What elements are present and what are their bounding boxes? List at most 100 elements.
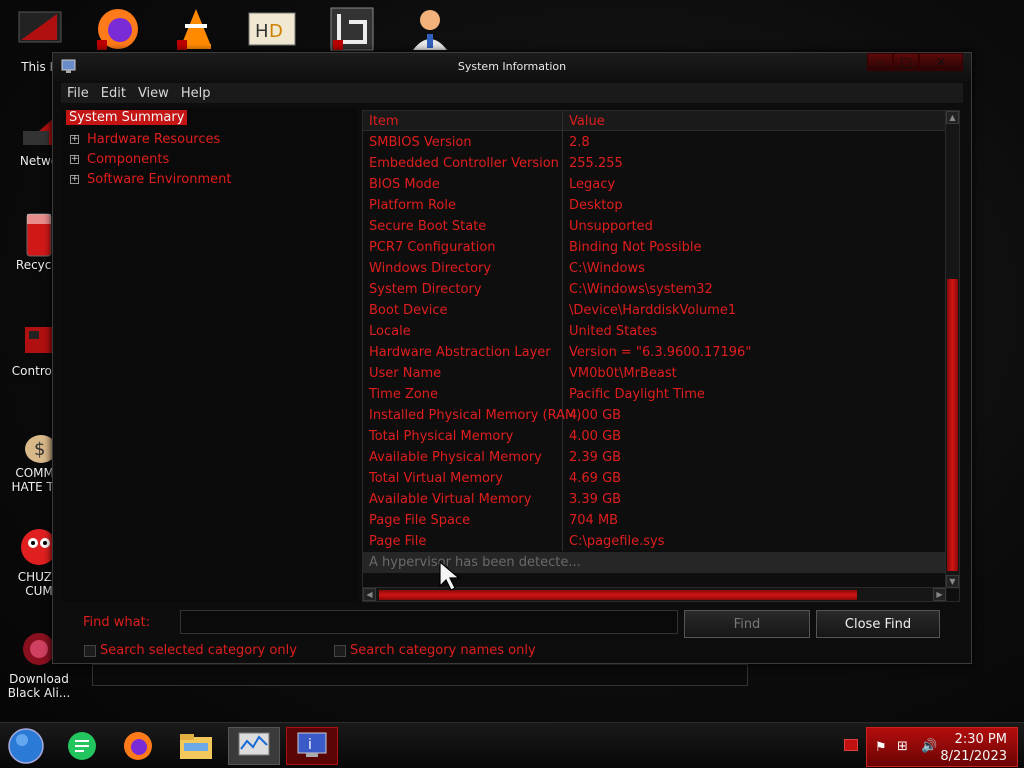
column-header-item[interactable]: Item [369, 114, 399, 129]
background-window-edge [92, 664, 748, 686]
row-item: Locale [369, 324, 411, 339]
table-row[interactable]: Available Virtual Memory 3.39 GB [363, 489, 947, 510]
firefox-icon [124, 732, 152, 760]
taskbar: i ⚑ ⊞ 🔊 2:30 PM 8/21/2023 [0, 722, 1024, 768]
scroll-down-icon[interactable]: ▼ [946, 575, 959, 588]
tree-item-components[interactable]: + Components [70, 152, 169, 167]
vertical-scrollbar[interactable]: ▲ ▼ [945, 111, 959, 589]
vertical-scroll-thumb[interactable] [947, 279, 958, 571]
vlc-icon[interactable] [170, 6, 222, 52]
table-row[interactable]: Boot Device \Device\HarddiskVolume1 [363, 300, 947, 321]
row-value: VM0b0t\MrBeast [569, 366, 677, 381]
maze-app-icon[interactable] [326, 6, 378, 52]
row-item: Total Physical Memory [369, 429, 514, 444]
scroll-left-icon[interactable]: ◀ [363, 588, 376, 601]
tree-item-software-environment[interactable]: + Software Environment [70, 172, 231, 187]
menu-bar: File Edit View Help [61, 83, 963, 103]
row-item: Page File Space [369, 513, 471, 528]
taskbar-file-explorer[interactable] [170, 727, 222, 765]
taskbar-task-manager[interactable] [228, 727, 280, 765]
row-value: Legacy [569, 177, 616, 192]
row-item: Available Physical Memory [369, 450, 542, 465]
table-row[interactable]: PCR7 Configuration Binding Not Possible [363, 237, 947, 258]
table-row[interactable]: Locale United States [363, 321, 947, 342]
table-row[interactable]: Hardware Abstraction Layer Version = "6.3… [363, 342, 947, 363]
row-item: Windows Directory [369, 261, 492, 276]
desktop-icon-label-line2: CUM [25, 584, 53, 598]
table-row[interactable]: BIOS Mode Legacy [363, 174, 947, 195]
column-header-value[interactable]: Value [569, 114, 605, 129]
tree-item-system-summary[interactable]: System Summary [66, 110, 188, 125]
taskbar-system-information[interactable]: i [286, 727, 338, 765]
row-value: 4.69 GB [569, 471, 622, 486]
clock-date[interactable]: 8/21/2023 [940, 749, 1007, 764]
table-row[interactable]: Installed Physical Memory (RAM) 4.00 GB [363, 405, 947, 426]
firefox-icon[interactable] [92, 6, 144, 52]
expand-icon[interactable]: + [70, 155, 79, 164]
row-value: 3.39 GB [569, 492, 622, 507]
show-hidden-icons-button[interactable] [844, 739, 858, 751]
tree-item-label: Hardware Resources [87, 132, 221, 147]
maximize-icon: □ [900, 55, 912, 69]
start-button[interactable] [0, 727, 52, 765]
table-row[interactable]: Secure Boot State Unsupported [363, 216, 947, 237]
row-value: \Device\HarddiskVolume1 [569, 303, 737, 318]
table-row[interactable]: Windows Directory C:\Windows [363, 258, 947, 279]
tree-item-label: System Summary [66, 110, 188, 125]
table-row[interactable]: Time Zone Pacific Daylight Time [363, 384, 947, 405]
row-value: United States [569, 324, 658, 339]
table-row[interactable]: User Name VM0b0t\MrBeast [363, 363, 947, 384]
hxd-icon[interactable]: HD [246, 6, 298, 52]
row-item: Secure Boot State [369, 219, 487, 234]
row-value: Desktop [569, 198, 623, 213]
clock-time[interactable]: 2:30 PM [955, 732, 1007, 747]
tree-item-hardware-resources[interactable]: + Hardware Resources [70, 132, 220, 147]
checkbox-box[interactable] [334, 644, 346, 657]
find-what-input[interactable] [180, 610, 678, 634]
table-row[interactable]: System Directory C:\Windows\system32 [363, 279, 947, 300]
table-row[interactable]: Embedded Controller Version 255.255 [363, 153, 947, 174]
expand-icon[interactable]: + [70, 135, 79, 144]
tree-item-label: Software Environment [87, 172, 232, 187]
table-row[interactable]: Total Physical Memory 4.00 GB [363, 426, 947, 447]
maximize-button[interactable]: □ [893, 53, 919, 71]
checkbox-box[interactable] [84, 644, 96, 657]
table-row[interactable]: Page File Space 704 MB [363, 510, 947, 531]
table-row[interactable]: Total Virtual Memory 4.69 GB [363, 468, 947, 489]
row-value: C:\pagefile.sys [569, 534, 665, 549]
find-what-label: Find what: [83, 615, 151, 630]
find-button[interactable]: Find [684, 610, 810, 638]
row-item: Embedded Controller Version [369, 156, 559, 171]
taskbar-notes-app[interactable] [56, 727, 108, 765]
scroll-up-icon[interactable]: ▲ [946, 111, 959, 124]
minimize-button[interactable]: – [867, 53, 893, 71]
this-pc-icon[interactable] [14, 6, 66, 52]
search-selected-category-checkbox[interactable]: Search selected category only [84, 643, 297, 658]
menu-help[interactable]: Help [175, 86, 217, 101]
doctor-avatar-icon[interactable] [404, 6, 456, 52]
menu-edit[interactable]: Edit [95, 86, 132, 101]
row-item: System Directory [369, 282, 482, 297]
table-row[interactable]: Available Physical Memory 2.39 GB [363, 447, 947, 468]
start-orb-icon [8, 728, 44, 764]
flag-icon[interactable]: ⚑ [875, 740, 887, 755]
svg-text:$: $ [34, 439, 45, 460]
network-tray-icon[interactable]: ⊞ [897, 739, 908, 754]
taskbar-firefox[interactable] [112, 727, 164, 765]
title-bar[interactable]: System Information – □ ✕ [53, 53, 971, 81]
table-row[interactable]: SMBIOS Version 2.8 [363, 132, 947, 153]
table-row[interactable]: Platform Role Desktop [363, 195, 947, 216]
volume-icon[interactable]: 🔊 [921, 739, 937, 754]
row-item: PCR7 Configuration [369, 240, 496, 255]
table-row[interactable]: Page File C:\pagefile.sys [363, 531, 947, 552]
row-item: Page File [369, 534, 427, 549]
search-category-names-checkbox[interactable]: Search category names only [334, 643, 536, 658]
close-find-button[interactable]: Close Find [816, 610, 940, 638]
scroll-right-icon[interactable]: ▶ [933, 588, 946, 601]
close-button[interactable]: ✕ [919, 53, 963, 71]
row-value: Version = "6.3.9600.17196" [569, 345, 752, 360]
menu-file[interactable]: File [61, 86, 95, 101]
expand-icon[interactable]: + [70, 175, 79, 184]
menu-view[interactable]: View [132, 86, 175, 101]
row-item: Installed Physical Memory (RAM) [369, 408, 582, 423]
